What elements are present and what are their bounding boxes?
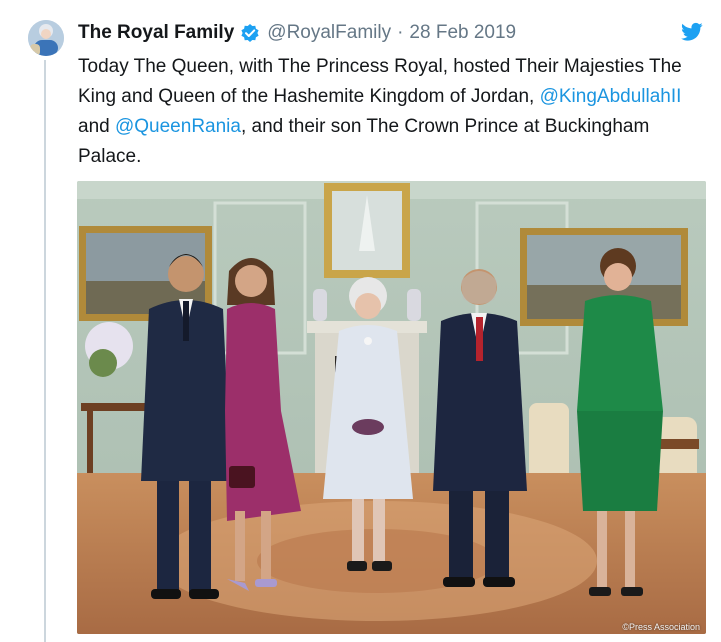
twitter-bird-icon[interactable] [681,22,703,42]
tweet-photo[interactable]: ©Press Association [77,181,706,634]
photo-credit: ©Press Association [622,622,700,632]
header-separator: · [397,22,404,43]
author-name[interactable]: The Royal Family [78,22,234,44]
tweet-text-part: and [78,116,115,137]
avatar[interactable] [28,20,64,56]
author-handle[interactable]: @RoyalFamily [267,22,391,44]
tweet-header: The Royal Family @RoyalFamily · 28 Feb 2… [78,19,516,47]
thread-line [44,60,46,642]
tweet-date[interactable]: 28 Feb 2019 [409,22,516,44]
photo-illustration [77,181,706,634]
verified-badge-icon [240,23,260,43]
tweet-text: Today The Queen, with The Princess Royal… [78,52,714,172]
mention-link-king[interactable]: @KingAbdullahII [540,86,682,107]
mention-link-queen[interactable]: @QueenRania [115,116,241,137]
